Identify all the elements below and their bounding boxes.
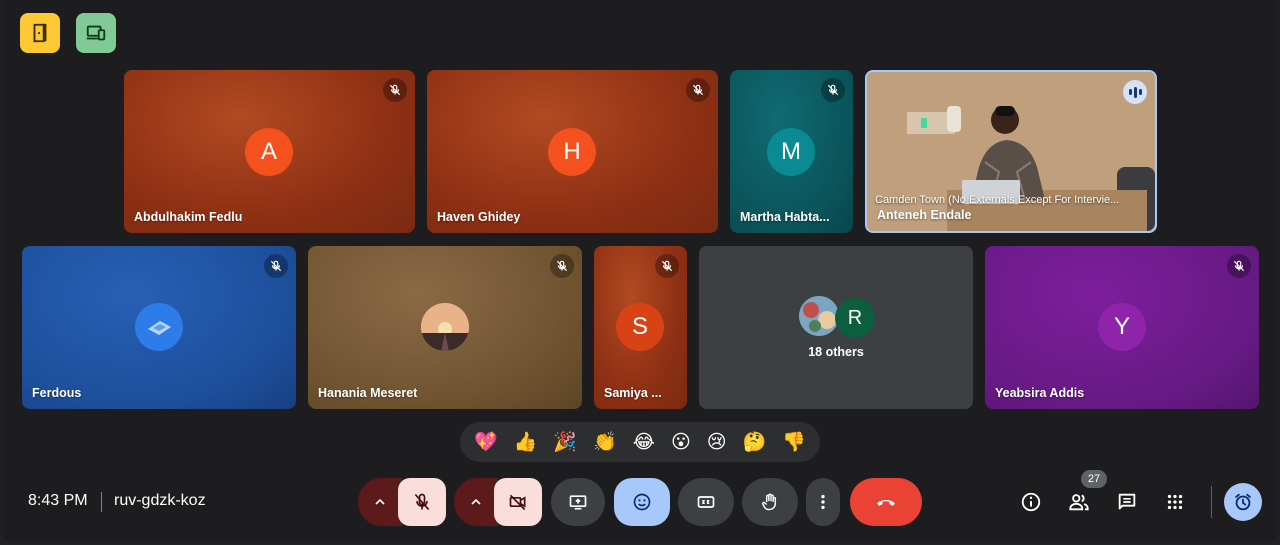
participant-video-tile[interactable]: Camden Town (No Externals Except For Int…: [865, 70, 1157, 233]
info-icon: [1021, 492, 1041, 512]
camera-options-button[interactable]: [454, 478, 498, 526]
device-picture-icon: [148, 321, 171, 335]
avatar: [421, 303, 469, 351]
camera-off-icon: [509, 494, 526, 511]
hand-icon: [762, 493, 777, 511]
reactions-bar: 💖 👍 🎉 👏 😂 😮 😢 🤔 👎: [460, 422, 820, 462]
avatar: A: [245, 128, 293, 176]
devices-button[interactable]: [76, 13, 116, 53]
participant-name: Anteneh Endale: [877, 208, 972, 222]
control-bar: 8:43 PM ruv-gdzk-koz 27: [0, 470, 1280, 534]
end-call-button[interactable]: [850, 478, 922, 526]
door-button[interactable]: [20, 13, 60, 53]
participant-name: Abdulhakim Fedlu: [134, 210, 243, 224]
floral-picture-icon: [799, 296, 839, 336]
timer-button[interactable]: [1224, 483, 1262, 521]
meeting-code: ruv-gdzk-koz: [114, 492, 206, 509]
reaction-laugh[interactable]: 😂: [633, 433, 655, 452]
reactions-button[interactable]: [614, 478, 670, 526]
participant-tile[interactable]: Ferdous: [22, 246, 296, 409]
speaking-indicator-icon: [1123, 80, 1147, 104]
mic-muted-icon: [550, 254, 574, 278]
avatar: S: [616, 303, 664, 351]
smile-icon: [633, 493, 651, 511]
mic-options-button[interactable]: [358, 478, 402, 526]
chat-button[interactable]: [1111, 486, 1143, 518]
avatar: R: [835, 298, 875, 338]
avatar: [135, 303, 183, 351]
mic-toggle-button[interactable]: [398, 478, 446, 526]
participant-name: Samiya ...: [604, 386, 662, 400]
participant-tile[interactable]: A Abdulhakim Fedlu: [124, 70, 415, 233]
devices-icon: [86, 25, 106, 41]
captions-button[interactable]: [678, 478, 734, 526]
chevron-up-icon: [471, 498, 481, 505]
chevron-up-icon: [375, 498, 385, 505]
meeting-info-button[interactable]: [1015, 486, 1047, 518]
participant-tile[interactable]: Y Yeabsira Addis: [985, 246, 1259, 409]
apps-grid-icon: [1167, 494, 1183, 510]
mic-muted-icon: [821, 78, 845, 102]
reaction-thumbs-down[interactable]: 👎: [782, 433, 806, 452]
alarm-clock-icon: [1235, 493, 1251, 511]
participant-tile[interactable]: H Haven Ghidey: [427, 70, 718, 233]
reaction-sad[interactable]: 😢: [707, 433, 727, 452]
mic-off-icon: [414, 493, 430, 511]
activities-button[interactable]: [1159, 486, 1191, 518]
participant-tile[interactable]: M Martha Habta...: [730, 70, 853, 233]
video-caption: Camden Town (No Externals Except For Int…: [875, 194, 1120, 206]
avatar: H: [548, 128, 596, 176]
more-options-button[interactable]: [806, 478, 840, 526]
more-vert-icon: [821, 494, 825, 510]
reaction-thinking[interactable]: 🤔: [743, 433, 767, 452]
reaction-clap[interactable]: 👏: [593, 433, 617, 452]
mic-muted-icon: [1227, 254, 1251, 278]
avatar: Y: [1098, 303, 1146, 351]
avatar: [799, 296, 839, 336]
people-icon: [1069, 494, 1089, 511]
mic-muted-icon: [264, 254, 288, 278]
sunset-picture-icon: [421, 303, 469, 351]
present-screen-icon: [569, 495, 587, 510]
divider: [1211, 486, 1212, 518]
mic-muted-icon: [383, 78, 407, 102]
avatar: M: [767, 128, 815, 176]
mic-muted-icon: [686, 78, 710, 102]
phone-hangup-icon: [877, 500, 895, 506]
divider: [101, 492, 102, 512]
present-screen-button[interactable]: [551, 478, 605, 526]
raise-hand-button[interactable]: [742, 478, 798, 526]
participant-name: Haven Ghidey: [437, 210, 521, 224]
meeting-time: 8:43 PM: [28, 492, 88, 509]
participant-name: Hanania Meseret: [318, 386, 418, 400]
others-count: 18 others: [808, 345, 864, 359]
people-button[interactable]: [1063, 486, 1095, 518]
captions-icon: [697, 496, 715, 508]
participant-tile[interactable]: S Samiya ...: [594, 246, 687, 409]
door-icon: [33, 23, 47, 43]
participant-name: Ferdous: [32, 386, 82, 400]
participant-tile[interactable]: Hanania Meseret: [308, 246, 582, 409]
reaction-heart[interactable]: 💖: [474, 433, 498, 452]
mic-muted-icon: [655, 254, 679, 278]
participant-name: Martha Habta...: [740, 210, 830, 224]
reaction-surprised[interactable]: 😮: [671, 433, 691, 452]
chat-icon: [1118, 493, 1136, 510]
others-tile[interactable]: R 18 others: [699, 246, 973, 409]
reaction-thumbs-up[interactable]: 👍: [514, 433, 538, 452]
camera-toggle-button[interactable]: [494, 478, 542, 526]
participant-name: Yeabsira Addis: [995, 386, 1085, 400]
reaction-party[interactable]: 🎉: [553, 433, 577, 452]
